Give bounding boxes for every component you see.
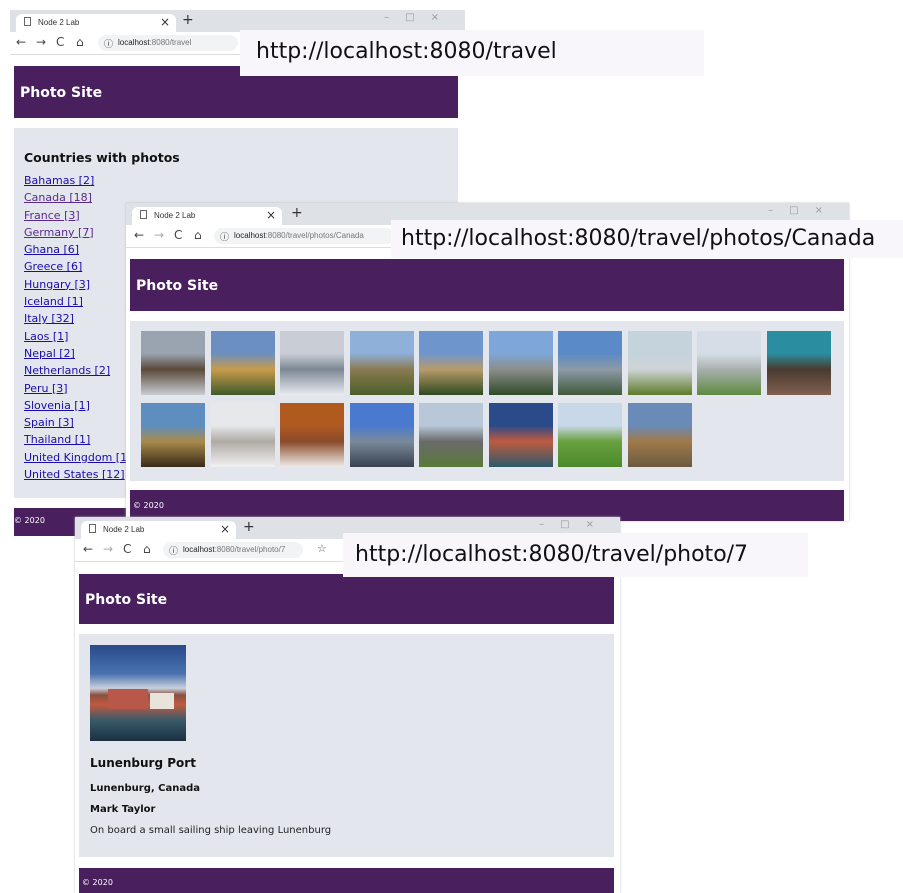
close-tab-icon[interactable]: ×: [220, 522, 230, 536]
new-tab-icon[interactable]: +: [291, 205, 303, 221]
photo-location: Lunenburg, Canada: [90, 783, 201, 794]
photo-thumbnail[interactable]: [558, 331, 622, 395]
thumbnail-grid: [141, 331, 841, 476]
photo-thumbnail[interactable]: [280, 403, 344, 467]
reload-icon[interactable]: C: [174, 228, 182, 242]
url-host: localhost: [183, 545, 215, 554]
new-tab-icon[interactable]: +: [243, 519, 255, 535]
browser-tab[interactable]: Node 2 Lab ×: [81, 521, 236, 539]
footer-text: © 2020: [82, 878, 113, 887]
photo-thumbnail[interactable]: [697, 331, 761, 395]
url-host: localhost: [118, 38, 150, 47]
photo-author: Mark Taylor: [90, 804, 156, 815]
tab-title: Node 2 Lab: [154, 211, 196, 220]
footer-text: © 2020: [133, 501, 164, 510]
site-header: Photo Site: [130, 259, 844, 311]
photo-thumbnail[interactable]: [210, 403, 275, 467]
forward-icon[interactable]: →: [154, 228, 164, 242]
page-icon: [89, 524, 96, 533]
photo-gallery: [130, 321, 844, 481]
forward-icon[interactable]: →: [103, 542, 113, 556]
photo-thumbnail[interactable]: [210, 331, 275, 395]
new-tab-icon[interactable]: +: [182, 12, 194, 28]
info-icon[interactable]: ⓘ: [220, 230, 229, 243]
close-tab-icon[interactable]: ×: [160, 15, 170, 29]
window-controls[interactable]: –□×: [539, 519, 610, 530]
photo-description: On board a small sailing ship leaving Lu…: [90, 825, 332, 836]
page-icon: [140, 210, 147, 219]
home-icon[interactable]: ⌂: [194, 228, 202, 242]
photo-thumbnail[interactable]: [419, 331, 483, 395]
url-callout-text: http://localhost:8080/travel/photo/7: [355, 542, 749, 567]
address-bar[interactable]: ⓘ localhost:8080/travel/photo/7: [163, 542, 303, 558]
browser-tab[interactable]: Node 2 Lab ×: [132, 207, 282, 225]
home-icon[interactable]: ⌂: [143, 542, 151, 556]
photo-detail-panel: Lunenburg Port Lunenburg, Canada Mark Ta…: [79, 634, 614, 857]
country-link[interactable]: Bahamas [2]: [24, 172, 224, 189]
photo-thumbnail[interactable]: [349, 331, 414, 395]
reload-icon[interactable]: C: [56, 35, 64, 49]
info-icon[interactable]: ⓘ: [169, 544, 178, 557]
forward-icon[interactable]: →: [36, 35, 46, 49]
harbour-building: [150, 693, 174, 709]
photo-title: Lunenburg Port: [90, 756, 196, 770]
photo-thumbnail[interactable]: [349, 403, 414, 467]
bookmark-star-icon[interactable]: ☆: [317, 542, 327, 555]
reload-icon[interactable]: C: [123, 542, 131, 556]
tab-title: Node 2 Lab: [38, 18, 80, 27]
page-icon: [24, 17, 31, 26]
footer-text: © 2020: [14, 516, 45, 525]
url-callout-canada: http://localhost:8080/travel/photos/Cana…: [391, 220, 903, 258]
photo-thumbnail[interactable]: [558, 403, 622, 467]
browser-tab[interactable]: Node 2 Lab ×: [16, 14, 176, 32]
url-callout-text: http://localhost:8080/travel/photos/Cana…: [401, 226, 876, 251]
back-icon[interactable]: ←: [83, 542, 93, 556]
photo-thumbnail[interactable]: [141, 331, 205, 395]
photo-thumbnail[interactable]: [141, 403, 205, 467]
site-title: Photo Site: [20, 85, 103, 101]
harbour-building: [108, 689, 148, 709]
back-icon[interactable]: ←: [134, 228, 144, 242]
url-callout-text: http://localhost:8080/travel: [256, 39, 557, 64]
site-header: Photo Site: [79, 574, 614, 624]
tab-strip: Node 2 Lab × + –□×: [10, 10, 465, 32]
photo-thumbnail[interactable]: [488, 331, 553, 395]
photo-thumbnail[interactable]: [488, 403, 553, 467]
home-icon[interactable]: ⌂: [76, 35, 84, 49]
photo-thumbnail[interactable]: [766, 331, 831, 395]
site-footer: © 2020: [79, 868, 614, 893]
url-path: :8080/travel: [149, 38, 192, 47]
photo-thumbnail[interactable]: [280, 331, 344, 395]
back-icon[interactable]: ←: [16, 35, 26, 49]
url-callout-photo: http://localhost:8080/travel/photo/7: [343, 533, 808, 577]
url-callout-travel: http://localhost:8080/travel: [240, 30, 704, 76]
window-controls[interactable]: –□×: [384, 12, 455, 23]
address-bar[interactable]: ⓘ localhost:8080/travel: [98, 35, 238, 51]
window-controls[interactable]: –□×: [768, 205, 839, 216]
photo-image: [90, 645, 186, 741]
address-bar[interactable]: ⓘ localhost:8080/travel/photos/Canada: [214, 228, 394, 244]
countries-heading: Countries with photos: [24, 150, 180, 165]
photo-thumbnail[interactable]: [627, 403, 692, 467]
photo-thumbnail[interactable]: [419, 403, 483, 467]
photo-thumbnail[interactable]: [627, 331, 692, 395]
site-title: Photo Site: [136, 278, 219, 294]
site-title: Photo Site: [85, 592, 168, 608]
url-path: :8080/travel/photos/Canada: [265, 231, 364, 240]
url-path: :8080/travel/photo/7: [214, 545, 286, 554]
close-tab-icon[interactable]: ×: [266, 208, 276, 222]
info-icon[interactable]: ⓘ: [104, 37, 113, 50]
tab-title: Node 2 Lab: [103, 525, 145, 534]
url-host: localhost: [234, 231, 266, 240]
